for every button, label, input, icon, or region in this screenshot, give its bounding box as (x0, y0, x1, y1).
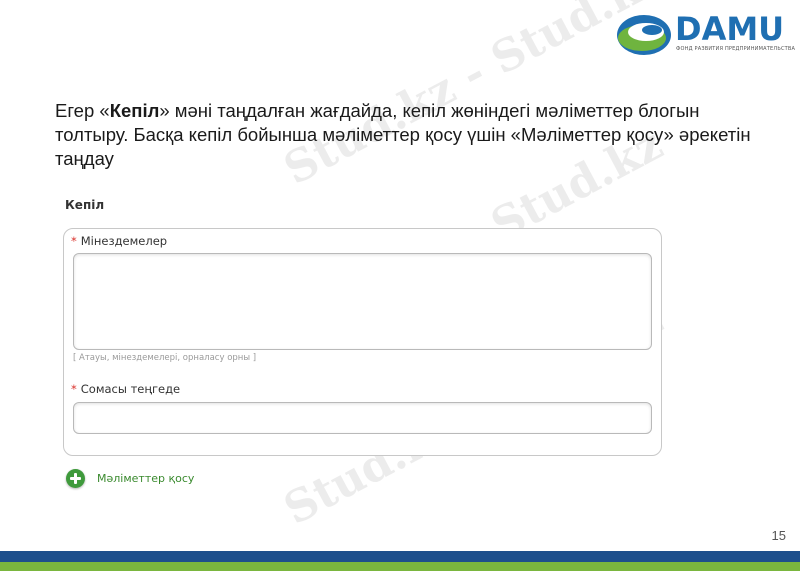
instruction-part1: Егер « (55, 100, 110, 121)
page-number: 15 (771, 528, 786, 543)
required-mark: * (71, 382, 77, 396)
add-details-label: Мәліметтер қосу (97, 471, 195, 485)
section-title: Кепіл (65, 198, 105, 212)
characteristics-textarea[interactable] (73, 253, 652, 350)
amount-label: * Сомасы теңгеде (71, 382, 180, 396)
footer-band-blue (0, 551, 800, 562)
instruction-part2: » мәні таңдалған жағдайда, кепіл жөнінде… (55, 100, 751, 169)
logo-name: DAMU (675, 10, 785, 48)
instruction-bold: Кепіл (109, 100, 160, 121)
required-mark: * (71, 234, 77, 248)
footer-band-green (0, 562, 800, 571)
characteristics-hint: [ Атауы, мінездемелері, орналасу орны ] (73, 353, 257, 363)
logo-subtitle: ФОНД РАЗВИТИЯ ПРЕДПРИНИМАТЕЛЬСТВА (676, 46, 796, 52)
characteristics-label: * Мінездемелер (71, 234, 167, 248)
add-details-button[interactable]: Мәліметтер қосу (66, 467, 194, 489)
amount-input[interactable] (73, 402, 652, 434)
plus-circle-icon (66, 468, 85, 488)
instruction-text: Егер «Кепіл» мәні таңдалған жағдайда, ке… (55, 99, 775, 171)
amount-label-text: Сомасы теңгеде (80, 382, 181, 396)
characteristics-label-text: Мінездемелер (80, 234, 168, 248)
